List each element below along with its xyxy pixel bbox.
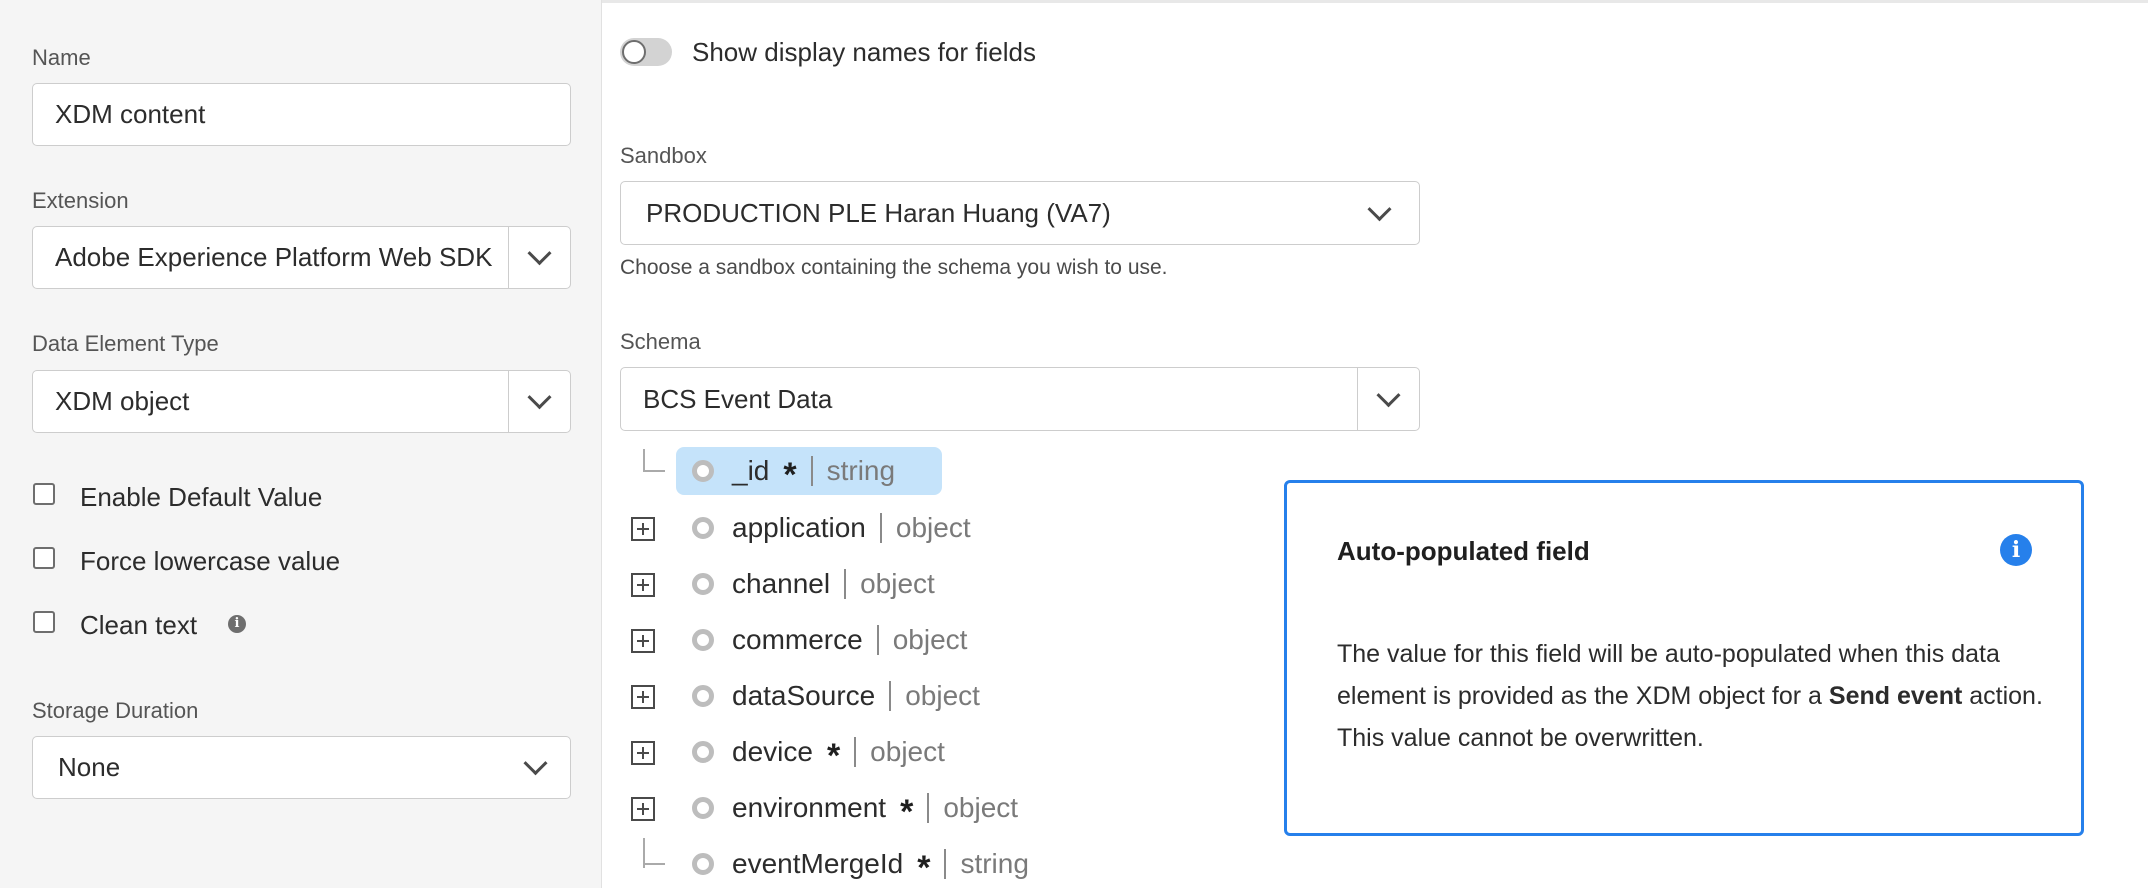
storage-duration-label: Storage Duration (32, 698, 199, 723)
name-input[interactable]: XDM content (32, 83, 571, 146)
popover-body: The value for this field will be auto-po… (1337, 633, 2057, 759)
sandbox-select[interactable]: PRODUCTION PLE Haran Huang (VA7) (620, 181, 1420, 245)
separator (844, 569, 847, 599)
field-name: application (732, 512, 866, 543)
auto-populated-popover: Auto-populated field i The value for thi… (1284, 480, 2084, 836)
popover-body-bold: Send event (1828, 682, 1963, 710)
tree-item[interactable]: application object (692, 505, 971, 551)
radio-icon[interactable] (692, 573, 714, 595)
field-type: object (870, 736, 945, 767)
expand-icon[interactable] (631, 685, 655, 709)
sandbox-help-text: Choose a sandbox containing the schema y… (620, 256, 1168, 279)
field-type: object (905, 680, 980, 711)
field-type: object (895, 512, 971, 543)
radio-icon[interactable] (692, 629, 714, 651)
schema-value: BCS Event Data (643, 383, 833, 414)
top-divider (602, 0, 2148, 3)
tree-item[interactable]: environment * object (692, 785, 1018, 831)
separator (927, 793, 930, 823)
expand-icon[interactable] (631, 517, 655, 541)
expand-icon[interactable] (631, 629, 655, 653)
required-asterisk-icon: * (826, 737, 841, 775)
separator (810, 456, 813, 486)
separator (876, 625, 879, 655)
radio-icon[interactable] (692, 741, 714, 763)
tree-item[interactable]: channel object (692, 561, 935, 607)
chevron-down-icon (1376, 382, 1401, 407)
tree-item[interactable]: dataSource object (692, 673, 980, 719)
name-label: Name (32, 45, 91, 70)
toggle-knob (622, 40, 646, 64)
sandbox-value: PRODUCTION PLE Haran Huang (VA7) (646, 197, 1111, 228)
data-element-type-value: XDM object (55, 386, 190, 416)
required-asterisk-icon: * (783, 456, 797, 494)
field-type: object (860, 568, 935, 599)
field-name: eventMergeId (732, 848, 904, 879)
chevron-down-icon (527, 385, 552, 410)
sandbox-label: Sandbox (620, 143, 707, 168)
required-asterisk-icon: * (900, 793, 914, 831)
clean-text-checkbox[interactable] (33, 611, 55, 633)
chevron-down-icon (1366, 196, 1392, 221)
extension-value: Adobe Experience Platform Web SDK (55, 242, 493, 272)
field-type: object (943, 792, 1019, 823)
data-element-type-dropdown-button[interactable] (508, 371, 570, 432)
storage-duration-dropdown-button[interactable] (500, 737, 570, 798)
field-type: object (892, 624, 968, 655)
tree-item[interactable]: commerce object (692, 617, 967, 663)
storage-duration-select[interactable]: None (32, 736, 571, 799)
field-name: channel (732, 568, 831, 599)
tree-item[interactable]: _id * string (692, 448, 895, 494)
expand-icon[interactable] (631, 797, 655, 821)
radio-icon[interactable] (692, 853, 714, 875)
required-asterisk-icon: * (917, 849, 931, 887)
field-name: commerce (732, 624, 863, 655)
name-input-value: XDM content (55, 99, 206, 129)
sandbox-dropdown-button[interactable] (1339, 182, 1419, 244)
force-lowercase-label: Force lowercase value (80, 546, 341, 576)
info-icon[interactable]: i (228, 615, 246, 633)
chevron-down-icon (527, 241, 552, 266)
enable-default-value-checkbox[interactable] (33, 483, 55, 505)
storage-duration-value: None (58, 752, 121, 782)
separator (889, 681, 892, 711)
sidebar: Name XDM content Extension Adobe Experie… (0, 0, 602, 888)
tree-line (643, 863, 665, 865)
separator (879, 513, 882, 543)
extension-dropdown-button[interactable] (508, 227, 570, 288)
schema-label: Schema (620, 329, 701, 354)
field-name: _id (732, 455, 770, 486)
separator (944, 849, 947, 879)
data-element-type-label: Data Element Type (32, 331, 219, 356)
expand-icon[interactable] (631, 573, 655, 597)
radio-icon[interactable] (692, 797, 714, 819)
field-type: string (960, 848, 1029, 879)
expand-icon[interactable] (631, 741, 655, 765)
separator (854, 737, 857, 767)
tree-line (643, 449, 645, 471)
radio-icon[interactable] (692, 685, 714, 707)
info-icon: i (2000, 534, 2032, 566)
popover-title: Auto-populated field (1337, 536, 1590, 566)
schema-select[interactable]: BCS Event Data (620, 367, 1420, 431)
enable-default-value-label: Enable Default Value (80, 482, 323, 512)
tree-item[interactable]: device * object (692, 729, 945, 775)
extension-select[interactable]: Adobe Experience Platform Web SDK (32, 226, 571, 289)
tree-item[interactable]: eventMergeId * string (692, 841, 1029, 887)
field-name: device (732, 736, 813, 767)
field-name: dataSource (732, 680, 876, 711)
radio-icon[interactable] (692, 460, 714, 482)
schema-dropdown-button[interactable] (1357, 368, 1419, 430)
field-type: string (826, 455, 896, 486)
tree-line (643, 470, 665, 472)
data-element-type-select[interactable]: XDM object (32, 370, 571, 433)
radio-icon[interactable] (692, 517, 714, 539)
display-names-label: Show display names for fields (692, 37, 1036, 67)
force-lowercase-checkbox[interactable] (33, 547, 55, 569)
clean-text-label: Clean text (80, 610, 198, 640)
display-names-toggle[interactable] (620, 38, 672, 66)
extension-label: Extension (32, 188, 129, 213)
field-name: environment (732, 792, 887, 823)
chevron-down-icon (522, 751, 548, 776)
